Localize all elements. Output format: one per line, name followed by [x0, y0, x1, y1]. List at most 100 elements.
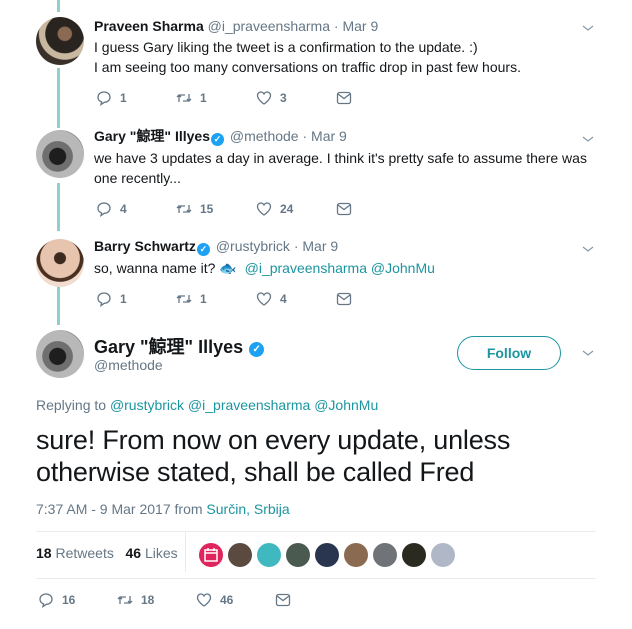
tweet-date[interactable]: Mar 9 — [302, 238, 338, 254]
retweet-button[interactable]: 1 — [176, 291, 256, 307]
reply-count: 1 — [120, 91, 127, 105]
author-name-text[interactable]: Gary "鯨理" Illyes — [94, 337, 243, 357]
tweet-timestamp[interactable]: 7:37 AM - 9 Mar 2017 from — [36, 501, 203, 517]
direct-message-button[interactable] — [336, 291, 416, 307]
liker-avatar[interactable] — [344, 543, 368, 567]
envelope-icon — [275, 593, 291, 607]
direct-message-button[interactable] — [275, 592, 354, 608]
retweets-count: 18 — [36, 545, 52, 561]
reply-button[interactable]: 16 — [38, 592, 117, 608]
like-count: 46 — [220, 593, 234, 607]
author-handle[interactable]: @methode — [230, 128, 299, 144]
reply-tweet[interactable]: Gary "鯨理" Illyes ✓ @methode · Mar 9 we ha… — [0, 115, 632, 225]
reply-count: 1 — [120, 292, 127, 306]
heart-icon — [256, 202, 272, 216]
direct-message-button[interactable] — [336, 90, 416, 106]
reply-tweet[interactable]: Praveen Sharma @i_praveensharma · Mar 9 … — [0, 0, 632, 115]
replying-to-label: Replying to — [36, 397, 107, 413]
retweet-button[interactable]: 18 — [117, 592, 196, 608]
retweets-stat[interactable]: 18 Retweets — [36, 545, 114, 561]
likers-avatars — [199, 543, 460, 567]
author-handle[interactable]: @rustybrick — [216, 238, 290, 254]
liker-avatar[interactable] — [199, 543, 223, 567]
reply-tweet[interactable]: Barry Schwartz ✓ @rustybrick · Mar 9 so, … — [0, 225, 632, 325]
likes-stat[interactable]: 46 Likes — [126, 545, 178, 561]
author-name[interactable]: Barry Schwartz — [94, 238, 196, 254]
author-name[interactable]: Gary "鯨理" Illyes — [94, 128, 210, 144]
retweets-label: Retweets — [55, 545, 114, 561]
tweet-text: I guess Gary liking the tweet is a confi… — [94, 37, 592, 77]
heart-icon — [256, 292, 272, 306]
envelope-icon — [336, 292, 352, 306]
liker-avatar[interactable] — [402, 543, 426, 567]
main-tweet-text: sure! From now on every update, unless o… — [36, 425, 511, 487]
main-tweet-author-handle[interactable]: @methode — [94, 357, 163, 373]
tweet-location[interactable]: Surčin, Srbija — [206, 501, 289, 517]
like-button[interactable]: 46 — [196, 592, 275, 608]
retweet-count: 1 — [200, 292, 207, 306]
direct-message-button[interactable] — [336, 201, 416, 217]
main-tweet-author-name[interactable]: Gary "鯨理" Illyes ✓ — [94, 333, 266, 359]
tweet-text-line: I guess Gary liking the tweet is a confi… — [94, 39, 478, 55]
reply-button[interactable]: 4 — [96, 201, 176, 217]
reply-button[interactable]: 1 — [96, 291, 176, 307]
likes-label: Likes — [144, 545, 178, 561]
liker-avatar[interactable] — [286, 543, 310, 567]
tweet-date[interactable]: Mar 9 — [342, 18, 378, 34]
retweet-icon — [176, 295, 192, 303]
tweet-text-content: so, wanna name it? — [94, 260, 216, 276]
tweet-date[interactable]: Mar 9 — [311, 128, 347, 144]
avatar[interactable] — [36, 239, 84, 287]
avatar[interactable] — [36, 17, 84, 65]
chevron-down-icon[interactable] — [582, 243, 594, 255]
retweet-button[interactable]: 1 — [176, 90, 256, 106]
reply-icon — [39, 593, 53, 608]
likes-count: 46 — [125, 545, 142, 561]
tweet-text-line: I am seeing too many conversations on tr… — [94, 59, 521, 75]
liker-avatar[interactable] — [257, 543, 281, 567]
like-count: 3 — [280, 91, 287, 105]
tweet-stats: 18 Retweets 46 Likes — [36, 545, 178, 561]
retweet-icon — [176, 94, 192, 102]
verified-badge-icon: ✓ — [196, 243, 210, 256]
follow-button[interactable]: Follow — [457, 336, 561, 370]
liker-avatar[interactable] — [431, 543, 455, 567]
avatar[interactable] — [36, 130, 84, 178]
replying-to-mentions[interactable]: @rustybrick @i_praveensharma @JohnMu — [110, 397, 378, 413]
like-button[interactable]: 3 — [256, 90, 336, 106]
tweet-text-line: one recently... — [94, 170, 181, 186]
author-handle[interactable]: @i_praveensharma — [208, 18, 330, 34]
stats-divider — [185, 532, 186, 572]
tweet-text: we have 3 updates a day in average. I th… — [94, 148, 592, 188]
reply-button[interactable]: 1 — [96, 90, 176, 106]
liker-avatar[interactable] — [228, 543, 252, 567]
main-tweet-avatar[interactable] — [36, 330, 84, 378]
retweet-icon — [117, 596, 133, 604]
retweet-button[interactable]: 15 — [176, 201, 256, 217]
divider — [36, 531, 596, 532]
mention-links[interactable]: @i_praveensharma @JohnMu — [245, 260, 435, 276]
retweet-count: 1 — [200, 91, 207, 105]
chevron-down-icon[interactable] — [582, 22, 594, 34]
liker-avatar[interactable] — [315, 543, 339, 567]
envelope-icon — [336, 91, 352, 105]
like-button[interactable]: 4 — [256, 291, 336, 307]
envelope-icon — [336, 202, 352, 216]
fish-emoji-icon: 🐟 — [219, 260, 237, 276]
liker-avatar[interactable] — [373, 543, 397, 567]
separator: · — [293, 238, 299, 254]
tweet-metadata: 7:37 AM - 9 Mar 2017 from Surčin, Srbija — [36, 501, 290, 517]
tweet-text-line: we have 3 updates a day in average. I th… — [94, 150, 587, 166]
like-button[interactable]: 24 — [256, 201, 336, 217]
like-count: 4 — [280, 292, 287, 306]
heart-icon — [196, 593, 212, 607]
tweet-text: so, wanna name it? 🐟 @i_praveensharma @J… — [94, 258, 592, 278]
chevron-down-icon[interactable] — [582, 133, 594, 145]
retweet-count: 15 — [200, 202, 214, 216]
heart-icon — [256, 91, 272, 105]
reply-icon — [97, 91, 111, 106]
reply-icon — [97, 292, 111, 307]
chevron-down-icon[interactable] — [582, 347, 594, 359]
verified-badge-icon: ✓ — [211, 133, 224, 146]
author-name[interactable]: Praveen Sharma — [94, 18, 204, 34]
